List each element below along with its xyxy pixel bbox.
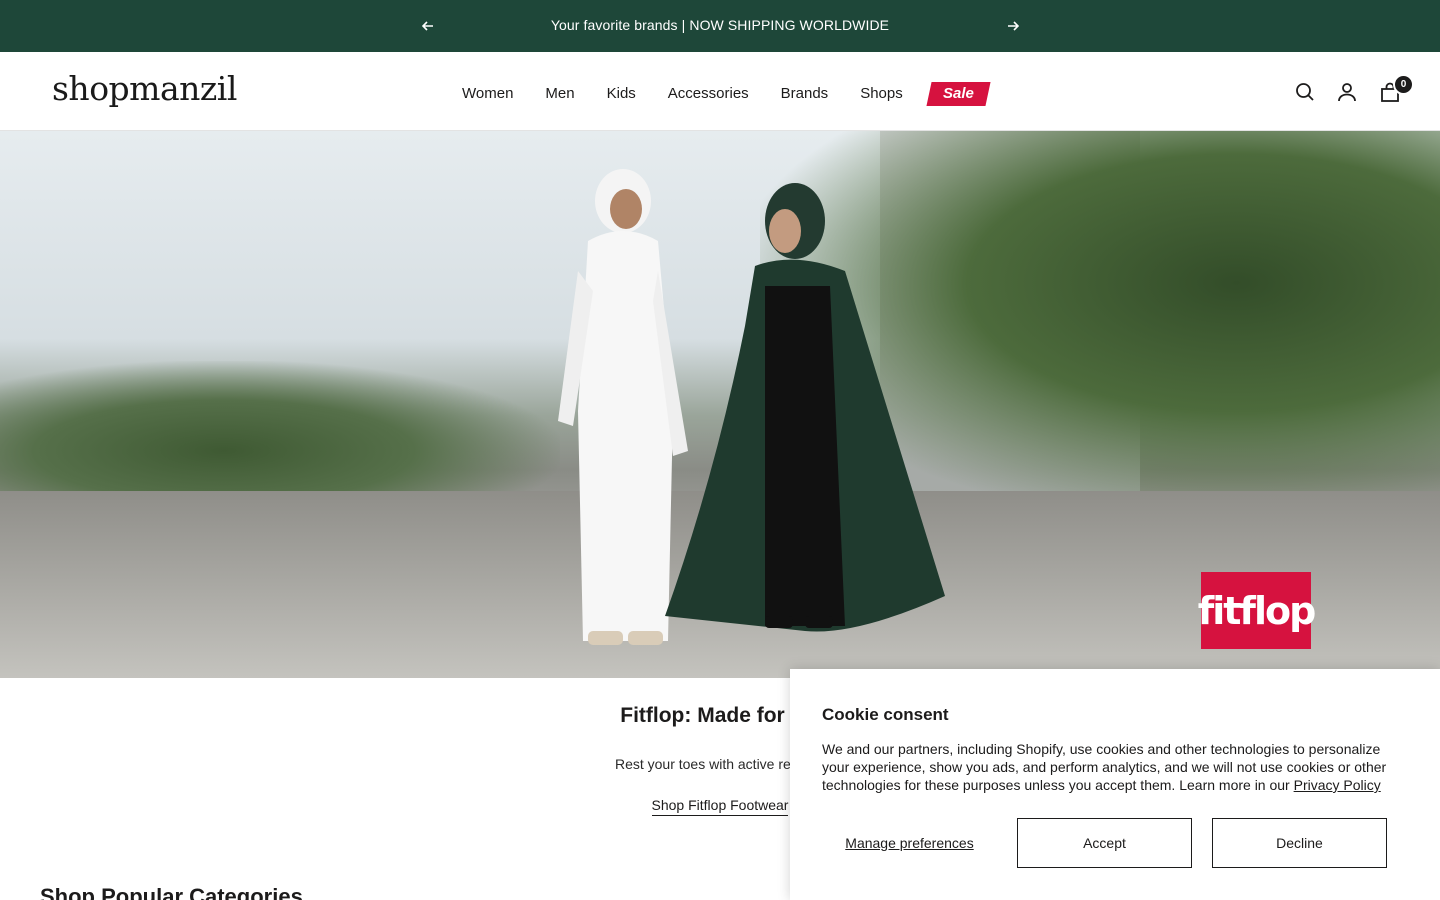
nav-men[interactable]: Men [545,85,574,103]
search-button[interactable] [1293,80,1317,104]
hero-woman-figure [665,183,945,632]
search-icon [1296,83,1314,101]
nav-brands[interactable]: Brands [781,85,829,103]
announcement-text: Your favorite brands | NOW SHIPPING WORL… [550,17,890,33]
manage-preferences-label: Manage preferences [845,834,974,851]
cookie-consent-banner: Cookie consent We and our partners, incl… [790,669,1440,900]
hero-banner[interactable]: fitflop [0,131,1440,678]
privacy-policy-link[interactable]: Privacy Policy [1294,777,1381,793]
cookie-title: Cookie consent [822,705,949,724]
announcement-bar: Your favorite brands | NOW SHIPPING WORL… [0,0,1440,52]
fitflop-logo: fitflop [1198,572,1316,649]
shop-fitflop-link[interactable]: Shop Fitflop Footwear [651,797,789,816]
user-icon [1338,83,1356,102]
arrow-right-icon [1008,21,1019,31]
decline-button[interactable]: Decline [1212,818,1387,868]
nav-kids[interactable]: Kids [607,85,636,103]
account-button[interactable] [1335,80,1359,104]
section-title: Shop Popular Categories [40,884,303,900]
hero-trees-left [0,361,560,511]
site-logo[interactable]: shopmanzil [52,69,237,108]
nav-women[interactable]: Women [462,85,513,103]
nav-sale[interactable]: Sale [926,82,991,106]
cart-count-badge: 0 [1393,74,1414,95]
nav-shops[interactable]: Shops [860,85,903,103]
cookie-body: We and our partners, including Shopify, … [822,740,1402,794]
nav-accessories[interactable]: Accessories [668,85,749,103]
accept-button[interactable]: Accept [1017,818,1192,868]
main-nav: Women Men Kids Accessories Brands Shops … [462,82,1020,106]
nav-sale-label: Sale [942,85,974,102]
next-announcement-button[interactable] [1003,16,1023,36]
site-header: shopmanzil Women Men Kids Accessories Br… [0,52,1440,131]
manage-preferences-button[interactable]: Manage preferences [822,818,997,868]
